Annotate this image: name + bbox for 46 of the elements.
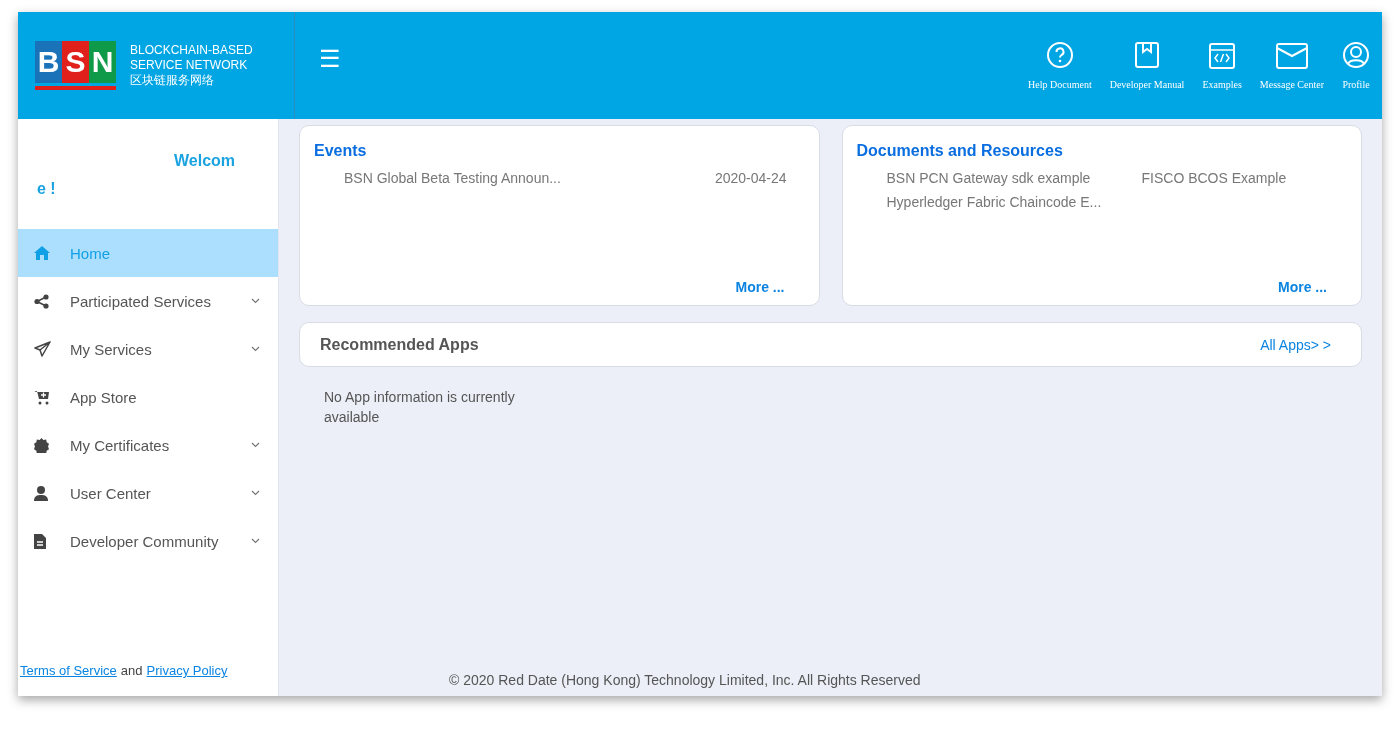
more-link[interactable]: More ... — [735, 279, 785, 295]
section-title: Recommended Apps — [320, 335, 479, 354]
header-nav-link[interactable]: Message Center — [1259, 43, 1324, 90]
event-date: 2020-04-24 — [714, 170, 787, 186]
cart-icon — [34, 389, 50, 405]
paper-plane-icon — [34, 341, 51, 357]
sidebar-item[interactable]: Participated Services — [18, 277, 278, 325]
document-link[interactable]: Hyperledger Fabric Chaincode E... — [886, 194, 1142, 210]
more-link[interactable]: More ... — [1278, 279, 1327, 295]
sidebar-item[interactable]: Developer Community — [18, 517, 278, 565]
bookmark-book-icon — [1134, 41, 1161, 69]
sidebar-item[interactable]: User Center — [18, 469, 278, 517]
empty-message: No App information is currently available — [324, 388, 516, 427]
document-icon — [34, 533, 46, 549]
welcome-text: Welcome ! — [37, 151, 237, 199]
header-nav-link[interactable]: Help Document — [1028, 41, 1092, 90]
user-icon — [34, 485, 48, 501]
sidebar-item[interactable]: My Services — [18, 325, 278, 373]
document-link[interactable]: BSN PCN Gateway sdk example — [886, 170, 1142, 186]
code-window-icon — [1209, 43, 1236, 69]
logo-title: BLOCKCHAIN-BASED — [130, 43, 253, 58]
logo-subtitle: 区块链服务网络 — [130, 73, 215, 88]
sidebar-item[interactable]: My Certificates — [18, 421, 278, 469]
privacy-link[interactable]: Privacy Policy — [146, 663, 228, 678]
document-link[interactable]: FISCO BCOS Example — [1141, 170, 1347, 186]
profile-icon — [1342, 41, 1370, 69]
card-title: Events — [314, 142, 368, 160]
sidebar-item[interactable]: App Store — [18, 373, 278, 421]
card-title: Documents and Resources — [856, 142, 1064, 160]
legal-text: and — [120, 663, 143, 678]
event-link[interactable]: BSN Global Beta Testing Announ... — [344, 170, 561, 186]
share-icon — [34, 293, 49, 309]
copyright-text: © 2020 Red Date (Hong Kong) Technology Limited, Inc. All Rights Reserved — [449, 672, 922, 688]
sidebar-item[interactable]: Home — [18, 229, 278, 277]
bsn-logo: B S N — [35, 41, 116, 90]
badge-icon — [34, 437, 49, 453]
header-nav-link[interactable]: Profile — [1342, 41, 1370, 90]
all-apps-link[interactable]: All Apps> > — [1260, 336, 1331, 353]
terms-link[interactable]: Terms of Service — [20, 663, 117, 678]
header-nav-link[interactable]: Developer Manual — [1109, 41, 1185, 90]
menu-toggle[interactable]: ☰ — [319, 44, 341, 73]
mail-icon — [1275, 43, 1308, 69]
help-icon — [1045, 41, 1074, 69]
home-icon — [34, 246, 50, 260]
header-nav-link[interactable]: Examples — [1202, 43, 1242, 90]
logo-title: SERVICE NETWORK — [130, 58, 249, 73]
